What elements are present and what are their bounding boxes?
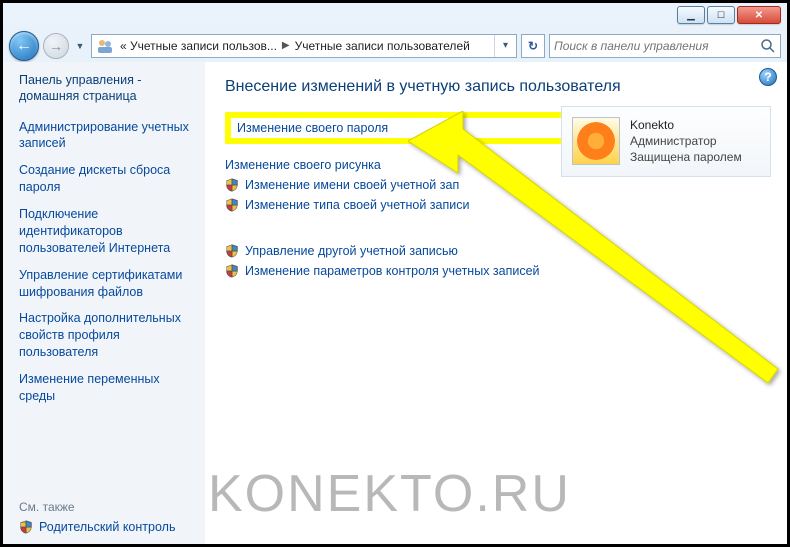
shield-icon: [19, 520, 33, 534]
shield-icon: [225, 198, 239, 212]
maximize-button[interactable]: ☐: [707, 6, 735, 24]
search-box[interactable]: [549, 34, 781, 58]
close-button[interactable]: ✕: [737, 6, 781, 24]
chevron-down-icon: ▼: [76, 41, 85, 51]
sidebar-link[interactable]: Подключение идентификаторов пользователе…: [19, 206, 191, 257]
maximize-icon: ☐: [717, 10, 725, 21]
help-icon: ?: [764, 70, 771, 84]
search-icon: [760, 38, 776, 54]
minimize-icon: ▁: [687, 10, 695, 21]
user-role: Администратор: [630, 133, 742, 149]
shield-icon: [225, 264, 239, 278]
window-titlebar: ▁ ☐ ✕: [3, 3, 787, 29]
see-also-label: См. также: [19, 500, 191, 514]
search-input[interactable]: [554, 39, 760, 53]
sidebar-link[interactable]: Изменение переменных среды: [19, 371, 191, 405]
nav-history-dropdown[interactable]: ▼: [73, 36, 87, 56]
shield-icon: [225, 244, 239, 258]
sidebar-link[interactable]: Создание дискеты сброса пароля: [19, 162, 191, 196]
sidebar: Панель управления - домашняя страница Ад…: [3, 62, 205, 544]
user-accounts-icon: [95, 36, 115, 56]
task-label: Управление другой учетной записью: [245, 244, 458, 258]
breadcrumb-current[interactable]: Учетные записи пользователей: [293, 39, 472, 53]
sidebar-link[interactable]: Настройка дополнительных свойств профиля…: [19, 310, 191, 361]
sidebar-link[interactable]: Администрирование учетных записей: [19, 119, 191, 153]
user-password-status: Защищена паролем: [630, 149, 742, 165]
forward-button[interactable]: →: [43, 33, 69, 59]
chevron-down-icon: ▾: [503, 40, 508, 51]
shield-icon: [225, 178, 239, 192]
minimize-button[interactable]: ▁: [677, 6, 705, 24]
address-dropdown[interactable]: ▾: [494, 35, 516, 57]
sidebar-item-label: Родительский контроль: [39, 520, 175, 534]
close-icon: ✕: [755, 10, 763, 21]
arrow-left-icon: ←: [16, 37, 32, 55]
task-label: Изменение параметров контроля учетных за…: [245, 264, 540, 278]
user-avatar: [572, 117, 620, 165]
user-name: Konekto: [630, 117, 742, 133]
control-panel-window: ▁ ☐ ✕ ← → ▼ « Учетные записи пользов... …: [3, 3, 787, 544]
breadcrumb-root[interactable]: « Учетные записи пользов...: [118, 39, 279, 53]
task-label: Изменение типа своей учетной записи: [245, 198, 469, 212]
back-button[interactable]: ←: [9, 31, 39, 61]
change-account-type-link[interactable]: Изменение типа своей учетной записи: [225, 198, 771, 212]
control-panel-home-link[interactable]: Панель управления - домашняя страница: [19, 72, 191, 105]
change-uac-settings-link[interactable]: Изменение параметров контроля учетных за…: [225, 264, 771, 278]
content-area: ? Внесение изменений в учетную запись по…: [205, 62, 787, 544]
navigation-bar: ← → ▼ « Учетные записи пользов... ▶ Учет…: [3, 29, 787, 62]
user-info: Konekto Администратор Защищена паролем: [630, 117, 742, 166]
change-account-name-link[interactable]: Изменение имени своей учетной зап: [225, 178, 771, 192]
page-title: Внесение изменений в учетную запись поль…: [225, 78, 771, 96]
chevron-right-icon[interactable]: ▶: [279, 40, 293, 51]
manage-another-account-link[interactable]: Управление другой учетной записью: [225, 244, 771, 258]
parental-controls-link[interactable]: Родительский контроль: [19, 520, 191, 534]
sidebar-link[interactable]: Управление сертификатами шифрования файл…: [19, 267, 191, 301]
task-label: Изменение имени своей учетной зап: [245, 178, 459, 192]
help-button[interactable]: ?: [759, 68, 777, 86]
refresh-icon: ↻: [528, 39, 538, 53]
arrow-right-icon: →: [49, 38, 63, 54]
address-bar[interactable]: « Учетные записи пользов... ▶ Учетные за…: [91, 34, 517, 58]
user-account-card: Konekto Администратор Защищена паролем: [561, 106, 771, 177]
refresh-button[interactable]: ↻: [521, 34, 545, 58]
